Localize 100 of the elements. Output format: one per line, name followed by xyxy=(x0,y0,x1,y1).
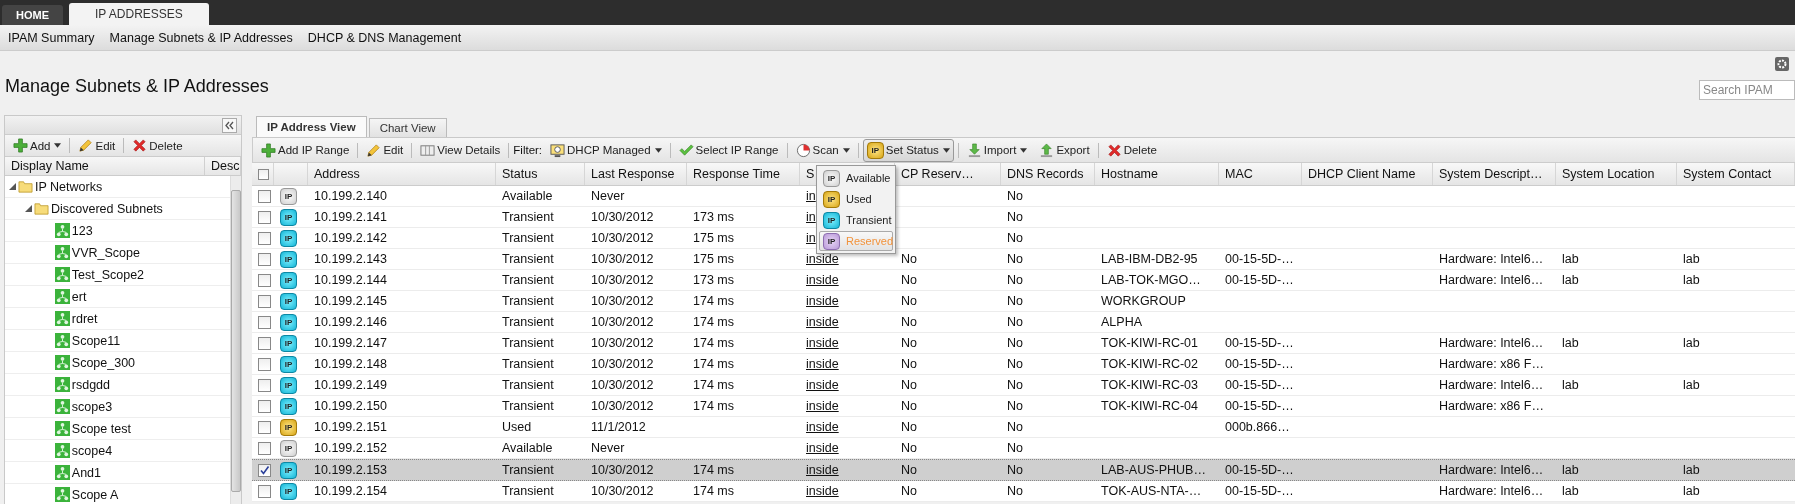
column-header[interactable]: DHCP Client Name xyxy=(1302,163,1433,185)
row-checkbox[interactable] xyxy=(258,273,271,287)
export-button[interactable]: Export xyxy=(1035,139,1094,161)
column-header[interactable]: Address xyxy=(308,163,496,185)
nav-link[interactable]: Manage Subnets & IP Addresses xyxy=(109,30,293,45)
row-checkbox[interactable] xyxy=(258,231,271,245)
cell-link[interactable]: inside xyxy=(806,357,839,371)
menu-item[interactable]: IP Available xyxy=(819,168,893,188)
tree-item[interactable]: Discovered Subnets xyxy=(51,201,163,216)
cell-link[interactable]: inside xyxy=(806,336,839,350)
collapse-icon[interactable] xyxy=(222,117,237,133)
nav-tab[interactable]: HOME xyxy=(2,5,63,25)
view-tab[interactable]: IP Address View xyxy=(256,116,367,137)
row-checkbox[interactable] xyxy=(258,210,271,224)
column-header[interactable]: MAC xyxy=(1219,163,1302,185)
nav-link[interactable]: DHCP & DNS Management xyxy=(307,30,462,45)
table-row[interactable]: IP 10.199.2.145 Transient 10/30/2012 174 ms inside No No WORKGROUP xyxy=(252,291,1795,312)
delete-button[interactable]: Delete xyxy=(128,135,187,157)
cell-link[interactable]: inside xyxy=(806,484,839,498)
cell-link[interactable]: in xyxy=(806,189,816,203)
add-button[interactable]: Add xyxy=(9,135,66,157)
tree-item[interactable]: rsdgdd xyxy=(71,377,111,392)
cell-link[interactable]: inside xyxy=(806,315,839,329)
column-header[interactable]: Last Response xyxy=(585,163,687,185)
import-button[interactable]: Import xyxy=(962,139,1032,161)
row-checkbox[interactable] xyxy=(258,294,271,308)
row-checkbox[interactable] xyxy=(258,441,271,455)
tree-item[interactable]: ert xyxy=(71,289,87,304)
expand-arrow-icon[interactable] xyxy=(9,183,16,190)
column-header[interactable]: Response Time xyxy=(687,163,800,185)
row-checkbox[interactable] xyxy=(258,420,271,434)
table-row[interactable]: IP 10.199.2.153 Transient 10/30/2012 174 ms inside No No LAB-AUS-PHUB… 00-15-5D-… Hardware: Intel6… lab lab xyxy=(252,459,1795,481)
menu-item[interactable]: IP Transient xyxy=(819,210,893,230)
tree-item[interactable]: rdret xyxy=(71,311,98,326)
tree-item[interactable]: Scope11 xyxy=(71,333,121,348)
cell-link[interactable]: in xyxy=(806,231,816,245)
table-row[interactable]: IP 10.199.2.151 Used 11/1/2012 inside No No 000b.866… xyxy=(252,417,1795,438)
cell-link[interactable]: inside xyxy=(806,399,839,413)
column-header[interactable]: System Contact xyxy=(1677,163,1795,185)
cell-link[interactable]: inside xyxy=(806,420,839,434)
scrollbar[interactable] xyxy=(230,176,241,504)
tree-item[interactable]: Test_Scope2 xyxy=(71,267,145,282)
menu-item[interactable]: IP Used xyxy=(819,189,893,209)
column-header[interactable]: System Location xyxy=(1556,163,1677,185)
row-checkbox[interactable] xyxy=(258,357,271,371)
row-checkbox[interactable] xyxy=(258,399,271,413)
row-checkbox[interactable] xyxy=(258,463,271,477)
table-row[interactable]: IP 10.199.2.154 Transient 10/30/2012 174 ms inside No No TOK-AUS-NTA-… 00-15-5D-… Hardware: Intel6… lab lab xyxy=(252,481,1795,502)
view-tab[interactable]: Chart View xyxy=(368,118,447,137)
table-row[interactable]: IP 10.199.2.144 Transient 10/30/2012 173 ms inside No No LAB-TOK-MGO… 00-15-5D-… Hardware: Intel6… lab lab xyxy=(252,270,1795,291)
nav-link[interactable]: IPAM Summary xyxy=(8,30,95,45)
add-ip-range-button[interactable]: Add IP Range xyxy=(257,139,354,161)
settings-icon[interactable] xyxy=(1775,57,1789,71)
search-field[interactable]: Search IPAM xyxy=(1699,80,1795,100)
column-header[interactable]: System Descript… xyxy=(1433,163,1556,185)
table-row[interactable]: IP 10.199.2.150 Transient 10/30/2012 174 ms inside No No TOK-KIWI-RC-04 00-15-5D-… Hardware: x86 F… xyxy=(252,396,1795,417)
table-row[interactable]: IP 10.199.2.147 Transient 10/30/2012 174 ms inside No No TOK-KIWI-RC-01 00-15-5D-… Hardware: Intel6… lab lab xyxy=(252,333,1795,354)
cell-link[interactable]: inside xyxy=(806,252,839,266)
cell-link[interactable]: in xyxy=(806,210,816,224)
column-header[interactable]: DNS Records xyxy=(1001,163,1095,185)
table-row[interactable]: IP 10.199.2.148 Transient 10/30/2012 174 ms inside No No TOK-KIWI-RC-02 00-15-5D-… Hardware: x86 F… xyxy=(252,354,1795,375)
set-status-button[interactable]: IP Set Status xyxy=(862,138,954,162)
tree-item[interactable]: 123 xyxy=(71,223,93,238)
tree-item[interactable]: Scope A xyxy=(71,487,119,502)
select-all-checkbox[interactable] xyxy=(258,168,269,180)
nav-tab[interactable]: IP ADDRESSES xyxy=(69,3,209,25)
column-header[interactable]: Status xyxy=(496,163,585,185)
cell-link[interactable]: inside xyxy=(806,294,839,308)
row-checkbox[interactable] xyxy=(258,315,271,329)
scan-button[interactable]: Scan xyxy=(791,139,854,161)
tree-item[interactable]: VVR_Scope xyxy=(71,245,140,260)
dhcp-managed-filter[interactable]: DHCP Managed xyxy=(546,139,666,161)
row-checkbox[interactable] xyxy=(258,336,271,350)
cell-link[interactable]: inside xyxy=(806,463,839,477)
edit-button[interactable]: Edit xyxy=(362,139,408,161)
tree-item[interactable]: scope3 xyxy=(71,399,113,414)
menu-item[interactable]: IP Reserved xyxy=(819,231,893,251)
table-row[interactable]: IP 10.199.2.143 Transient 10/30/2012 175 ms inside No No LAB-IBM-DB2-95 00-15-5D-… Hardware: Intel6… lab lab xyxy=(252,249,1795,270)
edit-button[interactable]: Edit xyxy=(74,135,120,157)
row-checkbox[interactable] xyxy=(258,484,271,498)
select-ip-range-button[interactable]: Select IP Range xyxy=(674,139,783,161)
column-header[interactable]: Hostname xyxy=(1095,163,1219,185)
cell-link[interactable]: inside xyxy=(806,441,839,455)
table-row[interactable]: IP 10.199.2.152 Available Never inside No No xyxy=(252,438,1795,459)
expand-arrow-icon[interactable] xyxy=(25,205,32,212)
table-row[interactable]: IP 10.199.2.149 Transient 10/30/2012 174 ms inside No No TOK-KIWI-RC-03 00-15-5D-… Hardware: Intel6… lab lab xyxy=(252,375,1795,396)
delete-button[interactable]: Delete xyxy=(1102,139,1161,161)
tree-item[interactable]: scope4 xyxy=(71,443,113,458)
tree-item[interactable]: Scope_300 xyxy=(71,355,136,370)
view-details-button[interactable]: View Details xyxy=(416,139,505,161)
tree-item[interactable]: IP Networks xyxy=(35,179,103,194)
cell-link[interactable]: inside xyxy=(806,378,839,392)
column-header[interactable]: Display Name xyxy=(5,157,205,175)
row-checkbox[interactable] xyxy=(258,252,271,266)
row-checkbox[interactable] xyxy=(258,189,271,203)
column-header[interactable]: Desc xyxy=(205,157,241,175)
cell-link[interactable]: inside xyxy=(806,273,839,287)
table-row[interactable]: IP 10.199.2.146 Transient 10/30/2012 174 ms inside No No ALPHA xyxy=(252,312,1795,333)
tree-item[interactable]: And1 xyxy=(71,465,101,480)
row-checkbox[interactable] xyxy=(258,378,271,392)
